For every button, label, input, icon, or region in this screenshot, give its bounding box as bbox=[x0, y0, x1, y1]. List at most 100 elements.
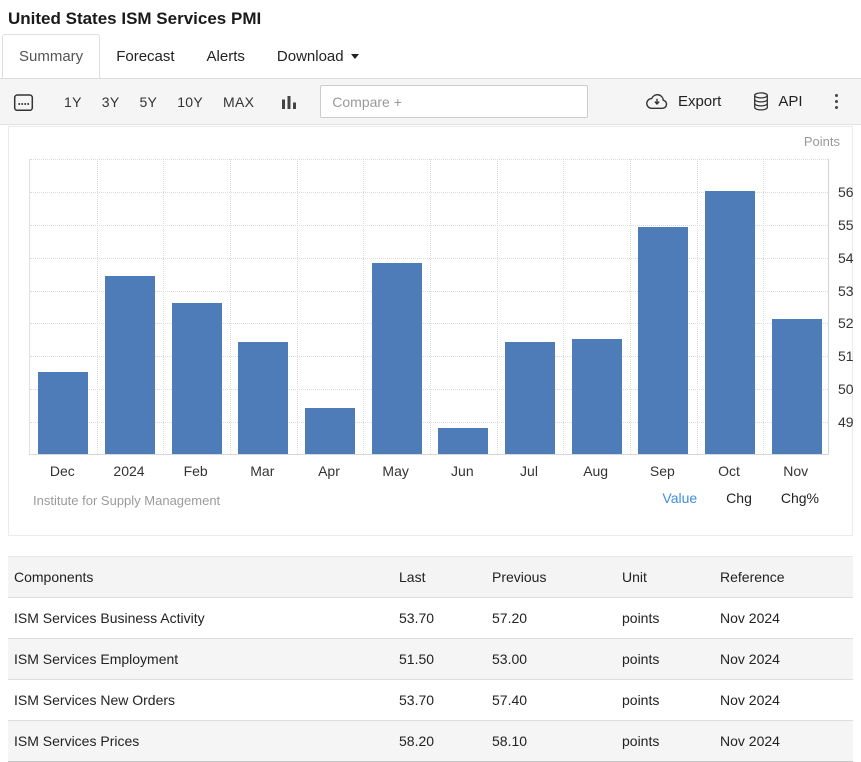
bar-feb[interactable] bbox=[172, 303, 222, 454]
last-value-cell: 51.50 bbox=[393, 639, 486, 680]
grid-line-v bbox=[97, 159, 98, 454]
calendar-button[interactable] bbox=[13, 92, 34, 112]
last-value-cell: 53.70 bbox=[393, 680, 486, 721]
col-header-unit: Unit bbox=[616, 557, 714, 598]
grid-line-v bbox=[297, 159, 298, 454]
tab-summary-label: Summary bbox=[19, 48, 83, 65]
bar-sep[interactable] bbox=[638, 227, 688, 454]
table-row[interactable]: ISM Services Prices58.2058.10pointsNov 2… bbox=[8, 721, 853, 762]
x-tick-label: Dec bbox=[29, 463, 96, 479]
tab-forecast[interactable]: Forecast bbox=[100, 35, 190, 78]
previous-value-cell: 53.00 bbox=[486, 639, 616, 680]
previous-value-cell: 57.40 bbox=[486, 680, 616, 721]
x-tick-label: Oct bbox=[696, 463, 763, 479]
range-button-max[interactable]: MAX bbox=[213, 88, 264, 116]
mode-value[interactable]: Value bbox=[662, 490, 697, 506]
export-button[interactable]: Export bbox=[637, 87, 729, 116]
last-value-cell: 53.70 bbox=[393, 598, 486, 639]
tab-forecast-label: Forecast bbox=[116, 48, 174, 65]
x-tick-label: May bbox=[362, 463, 429, 479]
previous-value-cell: 58.10 bbox=[486, 721, 616, 762]
table-header-row: Components Last Previous Unit Reference bbox=[8, 557, 853, 598]
range-button-3y[interactable]: 3Y bbox=[92, 88, 130, 116]
y-tick-label: 56 bbox=[838, 184, 861, 200]
bar-jul[interactable] bbox=[505, 342, 555, 454]
x-tick-label: Sep bbox=[629, 463, 696, 479]
chart-toolbar: 1Y 3Y 5Y 10Y MAX Export API bbox=[0, 79, 861, 125]
y-tick-label: 51 bbox=[838, 348, 861, 364]
bar-dec[interactable] bbox=[38, 372, 88, 454]
value-mode-switch: Value Chg Chg% bbox=[662, 490, 819, 506]
tab-download-label: Download bbox=[277, 48, 344, 65]
y-tick-label: 54 bbox=[838, 250, 861, 266]
x-tick-label: Mar bbox=[229, 463, 296, 479]
bar-2024[interactable] bbox=[105, 276, 155, 454]
bar-apr[interactable] bbox=[305, 408, 355, 454]
range-button-1y[interactable]: 1Y bbox=[54, 88, 92, 116]
tab-bar: Summary Forecast Alerts Download bbox=[0, 33, 861, 79]
grid-line-v bbox=[630, 159, 631, 454]
tab-alerts-label: Alerts bbox=[207, 48, 245, 65]
mode-chg-pct[interactable]: Chg% bbox=[781, 490, 819, 506]
y-tick-label: 50 bbox=[838, 381, 861, 397]
api-button[interactable]: API bbox=[745, 86, 810, 117]
reference-cell: Nov 2024 bbox=[714, 680, 853, 721]
col-header-components: Components bbox=[8, 557, 393, 598]
last-value-cell: 58.20 bbox=[393, 721, 486, 762]
plot-area bbox=[29, 159, 829, 455]
component-name-cell: ISM Services Business Activity bbox=[8, 598, 393, 639]
table-row[interactable]: ISM Services Business Activity53.7057.20… bbox=[8, 598, 853, 639]
bar-jun[interactable] bbox=[438, 428, 488, 454]
y-tick-label: 52 bbox=[838, 315, 861, 331]
grid-line-v bbox=[497, 159, 498, 454]
reference-cell: Nov 2024 bbox=[714, 639, 853, 680]
unit-cell: points bbox=[616, 639, 714, 680]
y-tick-label: 53 bbox=[838, 283, 861, 299]
y-tick-label: 49 bbox=[838, 414, 861, 430]
component-name-cell: ISM Services Employment bbox=[8, 639, 393, 680]
bar-aug[interactable] bbox=[572, 339, 622, 454]
y-tick-label: 55 bbox=[838, 217, 861, 233]
previous-value-cell: 57.20 bbox=[486, 598, 616, 639]
mode-chg[interactable]: Chg bbox=[726, 490, 752, 506]
table-row[interactable]: ISM Services Employment51.5053.00pointsN… bbox=[8, 639, 853, 680]
x-tick-label: Aug bbox=[562, 463, 629, 479]
grid-line-v bbox=[563, 159, 564, 454]
x-tick-label: 2024 bbox=[96, 463, 163, 479]
chart-type-button[interactable] bbox=[280, 93, 298, 111]
source-attribution: Institute for Supply Management bbox=[33, 493, 220, 508]
x-tick-label: Feb bbox=[162, 463, 229, 479]
grid-line-v bbox=[363, 159, 364, 454]
col-header-last: Last bbox=[393, 557, 486, 598]
bar-chart-icon bbox=[280, 93, 298, 111]
bar-oct[interactable] bbox=[705, 191, 755, 454]
compare-input[interactable] bbox=[320, 85, 588, 118]
export-label: Export bbox=[678, 93, 721, 110]
components-table-body: ISM Services Business Activity53.7057.20… bbox=[8, 598, 853, 762]
toolbar-right-group: Export API bbox=[637, 86, 848, 117]
database-icon bbox=[753, 92, 769, 111]
more-options-button[interactable] bbox=[825, 88, 849, 116]
unit-cell: points bbox=[616, 680, 714, 721]
cloud-download-icon bbox=[645, 93, 669, 110]
tab-download[interactable]: Download bbox=[261, 35, 375, 78]
grid-line-h bbox=[30, 159, 828, 160]
col-header-previous: Previous bbox=[486, 557, 616, 598]
unit-cell: points bbox=[616, 721, 714, 762]
tab-alerts[interactable]: Alerts bbox=[191, 35, 261, 78]
reference-cell: Nov 2024 bbox=[714, 721, 853, 762]
grid-line-v bbox=[430, 159, 431, 454]
range-button-5y[interactable]: 5Y bbox=[129, 88, 167, 116]
range-button-10y[interactable]: 10Y bbox=[167, 88, 213, 116]
table-row[interactable]: ISM Services New Orders53.7057.40pointsN… bbox=[8, 680, 853, 721]
bar-may[interactable] bbox=[372, 263, 422, 454]
component-name-cell: ISM Services Prices bbox=[8, 721, 393, 762]
x-tick-label: Apr bbox=[296, 463, 363, 479]
chevron-down-icon bbox=[351, 54, 359, 59]
bar-nov[interactable] bbox=[772, 319, 822, 454]
bar-mar[interactable] bbox=[238, 342, 288, 454]
tab-summary[interactable]: Summary bbox=[2, 34, 100, 78]
api-label: API bbox=[778, 93, 802, 110]
grid-line-v bbox=[763, 159, 764, 454]
grid-line-v bbox=[163, 159, 164, 454]
